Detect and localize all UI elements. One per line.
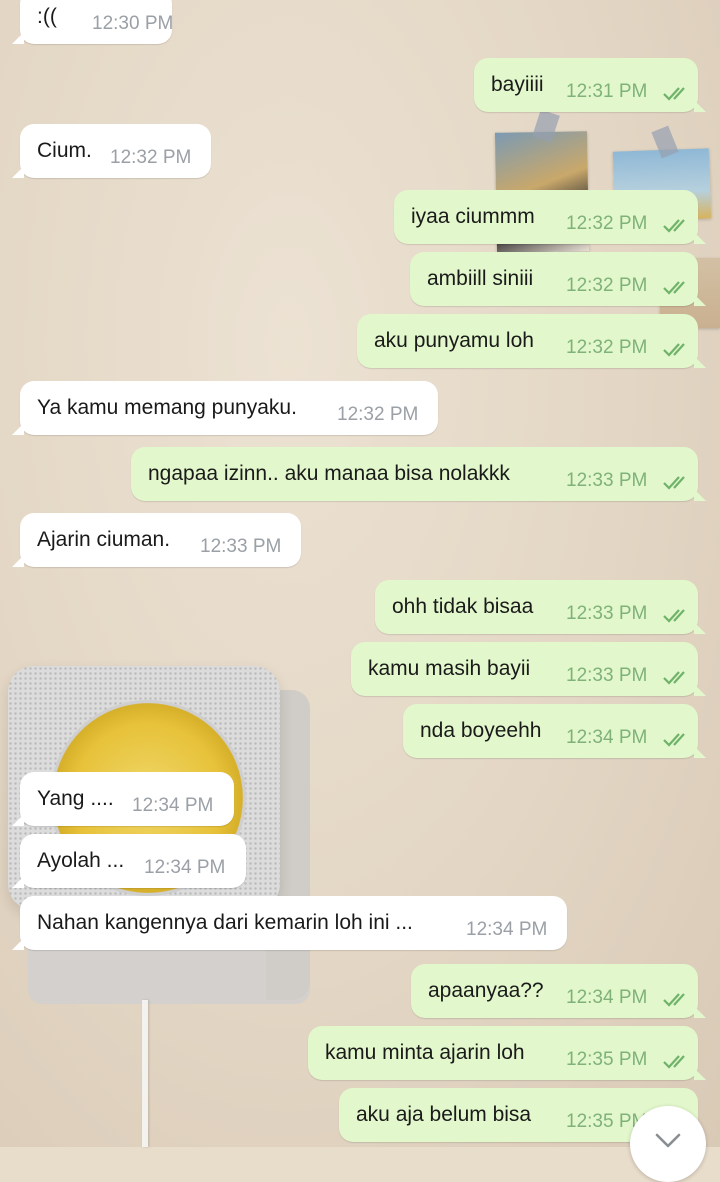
read-ticks-icon xyxy=(662,85,692,103)
message-bubble-outgoing[interactable]: kamu minta ajarin loh 12:35 PM xyxy=(308,1026,706,1080)
message-time: 12:32 PM xyxy=(337,404,419,425)
message-text: Ajarin ciuman. xyxy=(37,528,171,551)
read-ticks-icon xyxy=(662,341,692,359)
message-time: 12:32 PM xyxy=(110,147,192,168)
message-time: 12:31 PM xyxy=(566,81,648,102)
message-bubble-outgoing[interactable]: apaanyaa?? 12:34 PM xyxy=(411,964,706,1018)
message-text: bayiiii xyxy=(491,73,544,96)
read-ticks-icon xyxy=(662,1053,692,1071)
message-time: 12:30 PM xyxy=(92,13,174,34)
message-text: ambiill siniii xyxy=(427,267,534,290)
message-bubble-outgoing[interactable]: aku punyamu loh 12:32 PM xyxy=(357,314,706,368)
message-time: 12:32 PM xyxy=(566,275,648,296)
message-time: 12:33 PM xyxy=(566,603,648,624)
chevron-down-icon xyxy=(655,1133,681,1148)
message-text: iyaa ciummm xyxy=(411,205,535,228)
wallpaper-cable xyxy=(142,1000,148,1147)
message-time: 12:34 PM xyxy=(566,727,648,748)
read-ticks-icon xyxy=(662,217,692,235)
message-time: 12:33 PM xyxy=(566,665,648,686)
message-time: 12:33 PM xyxy=(566,470,648,491)
message-text: kamu masih bayii xyxy=(368,657,531,680)
message-bubble-incoming[interactable]: Nahan kangennya dari kemarin loh ini ...… xyxy=(12,896,567,950)
message-text: Ayolah ... xyxy=(37,849,125,872)
read-ticks-icon xyxy=(662,991,692,1009)
message-time: 12:34 PM xyxy=(144,857,226,878)
message-text: nda boyeehh xyxy=(420,719,542,742)
read-ticks-icon xyxy=(662,474,692,492)
message-time: 12:32 PM xyxy=(566,213,648,234)
message-bubble-incoming[interactable]: Cium. 12:32 PM xyxy=(12,124,211,178)
read-ticks-icon xyxy=(662,731,692,749)
message-bubble-incoming[interactable]: Ajarin ciuman. 12:33 PM xyxy=(12,513,301,567)
message-bubble-outgoing[interactable]: ohh tidak bisaa 12:33 PM xyxy=(375,580,706,634)
message-text: Nahan kangennya dari kemarin loh ini ... xyxy=(37,911,413,934)
message-bubble-outgoing[interactable]: kamu masih bayii 12:33 PM xyxy=(351,642,706,696)
message-bubble-incoming[interactable]: Ayolah ... 12:34 PM xyxy=(12,834,246,888)
read-ticks-icon xyxy=(662,607,692,625)
message-time: 12:32 PM xyxy=(566,337,648,358)
message-text: Ya kamu memang punyaku. xyxy=(37,396,297,419)
message-time: 12:34 PM xyxy=(566,987,648,1008)
message-time: 12:33 PM xyxy=(200,536,282,557)
message-text: kamu minta ajarin loh xyxy=(325,1041,525,1064)
message-bubble-incoming[interactable]: :(( 12:30 PM xyxy=(12,0,174,44)
message-text: apaanyaa?? xyxy=(428,979,544,1002)
message-text: aku punyamu loh xyxy=(374,329,534,352)
message-time: 12:35 PM xyxy=(566,1049,648,1070)
message-text: ohh tidak bisaa xyxy=(392,595,534,618)
message-bubble-outgoing[interactable]: ambiill siniii 12:32 PM xyxy=(410,252,706,306)
message-time: 12:34 PM xyxy=(466,919,548,940)
message-bubble-outgoing[interactable]: ngapaa izinn.. aku manaa bisa nolakkk 12… xyxy=(131,447,706,501)
read-ticks-icon xyxy=(662,279,692,297)
message-bubble-outgoing[interactable]: nda boyeehh 12:34 PM xyxy=(403,704,706,758)
message-time: 12:34 PM xyxy=(132,795,214,816)
message-text: ngapaa izinn.. aku manaa bisa nolakkk xyxy=(148,462,510,485)
message-text: aku aja belum bisa xyxy=(356,1103,532,1126)
message-text: Yang .... xyxy=(37,787,114,810)
message-bubble-incoming[interactable]: Yang .... 12:34 PM xyxy=(12,772,234,826)
scroll-to-bottom-button[interactable] xyxy=(630,1106,706,1182)
message-bubble-outgoing[interactable]: iyaa ciummm 12:32 PM xyxy=(394,190,706,244)
message-bubble-incoming[interactable]: Ya kamu memang punyaku. 12:32 PM xyxy=(12,381,438,435)
read-ticks-icon xyxy=(662,669,692,687)
message-text: Cium. xyxy=(37,139,92,162)
message-text: :(( xyxy=(37,5,57,28)
message-bubble-outgoing[interactable]: bayiiii 12:31 PM xyxy=(474,58,706,112)
